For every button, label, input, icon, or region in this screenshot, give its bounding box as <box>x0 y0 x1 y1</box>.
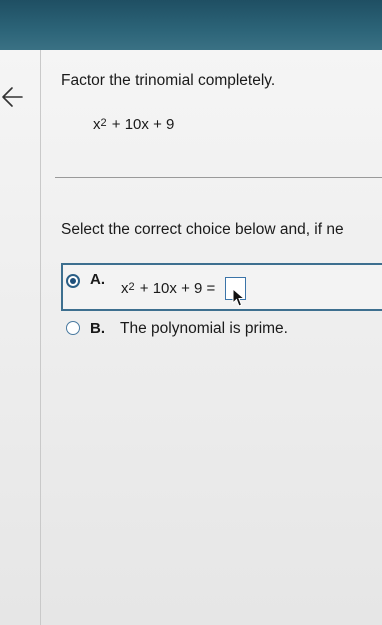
choice-b-letter: B. <box>90 320 105 337</box>
choice-a-letter: A. <box>90 271 105 288</box>
mouse-pointer-icon <box>232 288 246 307</box>
choice-a-radio[interactable] <box>66 274 80 288</box>
expression-base: x <box>93 116 101 133</box>
arrow-left-icon <box>2 87 23 107</box>
trinomial-expression: x2 + 10x + 9 <box>93 116 174 133</box>
choice-b-text[interactable]: The polynomial is prime. <box>120 320 288 338</box>
choice-a-rest: + 10x + 9 = <box>135 280 216 297</box>
instruction-text: Select the correct choice below and, if … <box>61 221 344 238</box>
choice-a-container[interactable] <box>61 263 382 311</box>
section-divider <box>55 177 382 178</box>
question-prompt: Factor the trinomial completely. <box>61 72 276 89</box>
top-header-bar <box>0 0 382 50</box>
left-rail-divider <box>40 50 41 625</box>
choice-a-base: x <box>121 280 129 297</box>
expression-exponent: 2 <box>100 117 107 129</box>
expression-rest: + 10x + 9 <box>107 116 175 133</box>
choice-a-exponent: 2 <box>128 281 135 293</box>
back-button[interactable] <box>0 82 28 112</box>
choice-b-radio[interactable] <box>66 321 80 335</box>
choice-a-expression: x2 + 10x + 9 = <box>121 280 215 297</box>
